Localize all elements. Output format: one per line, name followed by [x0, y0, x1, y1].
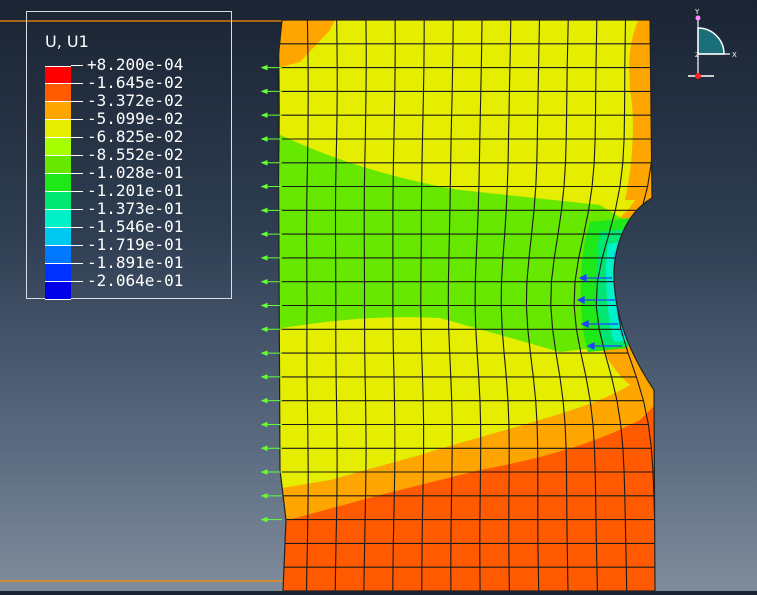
load-arrow-head — [260, 160, 268, 166]
legend-swatch — [45, 102, 71, 120]
contour-legend: U, U1 +8.200e-04 -1.645e-02 -3.372e-02 -5.0… — [26, 11, 232, 300]
legend-value: -1.028e-01 — [71, 164, 183, 182]
load-arrow-head — [260, 302, 268, 309]
legend-value: -5.099e-02 — [71, 110, 183, 128]
contour-fill — [278, 20, 655, 591]
load-arrow-head — [260, 255, 268, 261]
load-arrow-head — [260, 88, 268, 95]
load-arrow-head — [260, 469, 268, 475]
legend-value: -1.373e-01 — [71, 200, 183, 218]
legend-value: -1.201e-01 — [71, 182, 183, 200]
legend-swatch — [45, 210, 71, 228]
triad-origin — [695, 73, 701, 79]
legend-title: U, U1 — [45, 32, 89, 51]
legend-swatch — [45, 138, 71, 156]
legend-swatch — [45, 84, 71, 102]
legend-swatch — [45, 228, 71, 246]
axis-triad: Y X Z — [680, 6, 740, 86]
load-arrow-head — [260, 374, 268, 380]
load-arrow-head — [260, 350, 268, 356]
legend-swatch — [45, 156, 71, 174]
load-arrow-head — [260, 445, 268, 451]
legend-swatch — [45, 192, 71, 210]
triad-quarter-disc — [697, 27, 725, 55]
legend-value: -2.064e-01 — [71, 272, 183, 290]
legend-value: -8.552e-02 — [71, 146, 183, 164]
triad-x-label: X — [732, 51, 737, 59]
triad-z-label: Z — [695, 52, 699, 59]
load-arrow-head — [260, 207, 268, 214]
load-arrow-head — [260, 64, 268, 71]
load-arrow-head — [260, 516, 268, 523]
load-arrow-head — [260, 231, 268, 237]
legend-value: +8.200e-04 — [71, 56, 183, 74]
legend-swatch — [45, 246, 71, 264]
load-arrow-head — [260, 112, 268, 118]
legend-value: -1.546e-01 — [71, 218, 183, 236]
load-arrow-head — [260, 278, 268, 285]
load-arrow-head — [260, 421, 268, 428]
legend-swatch — [45, 174, 71, 192]
legend-value: -1.645e-02 — [71, 74, 183, 92]
legend-value: -3.372e-02 — [71, 92, 183, 110]
legend-value: -6.825e-02 — [71, 128, 183, 146]
legend-swatch — [45, 66, 71, 84]
legend-swatch — [45, 120, 71, 138]
legend-value: -1.891e-01 — [71, 254, 183, 272]
load-arrow-head — [260, 326, 268, 333]
legend-labels: +8.200e-04 -1.645e-02 -3.372e-02 -5.099e-02… — [71, 56, 183, 290]
load-arrow-head — [260, 493, 268, 499]
legend-swatch — [45, 264, 71, 282]
load-arrow-head — [260, 136, 268, 142]
triad-y-label: Y — [694, 8, 700, 16]
legend-color-bar — [45, 66, 71, 300]
legend-swatch — [45, 282, 71, 300]
load-arrow-head — [260, 397, 268, 404]
legend-value: -1.719e-01 — [71, 236, 183, 254]
load-arrow-head — [260, 183, 268, 190]
